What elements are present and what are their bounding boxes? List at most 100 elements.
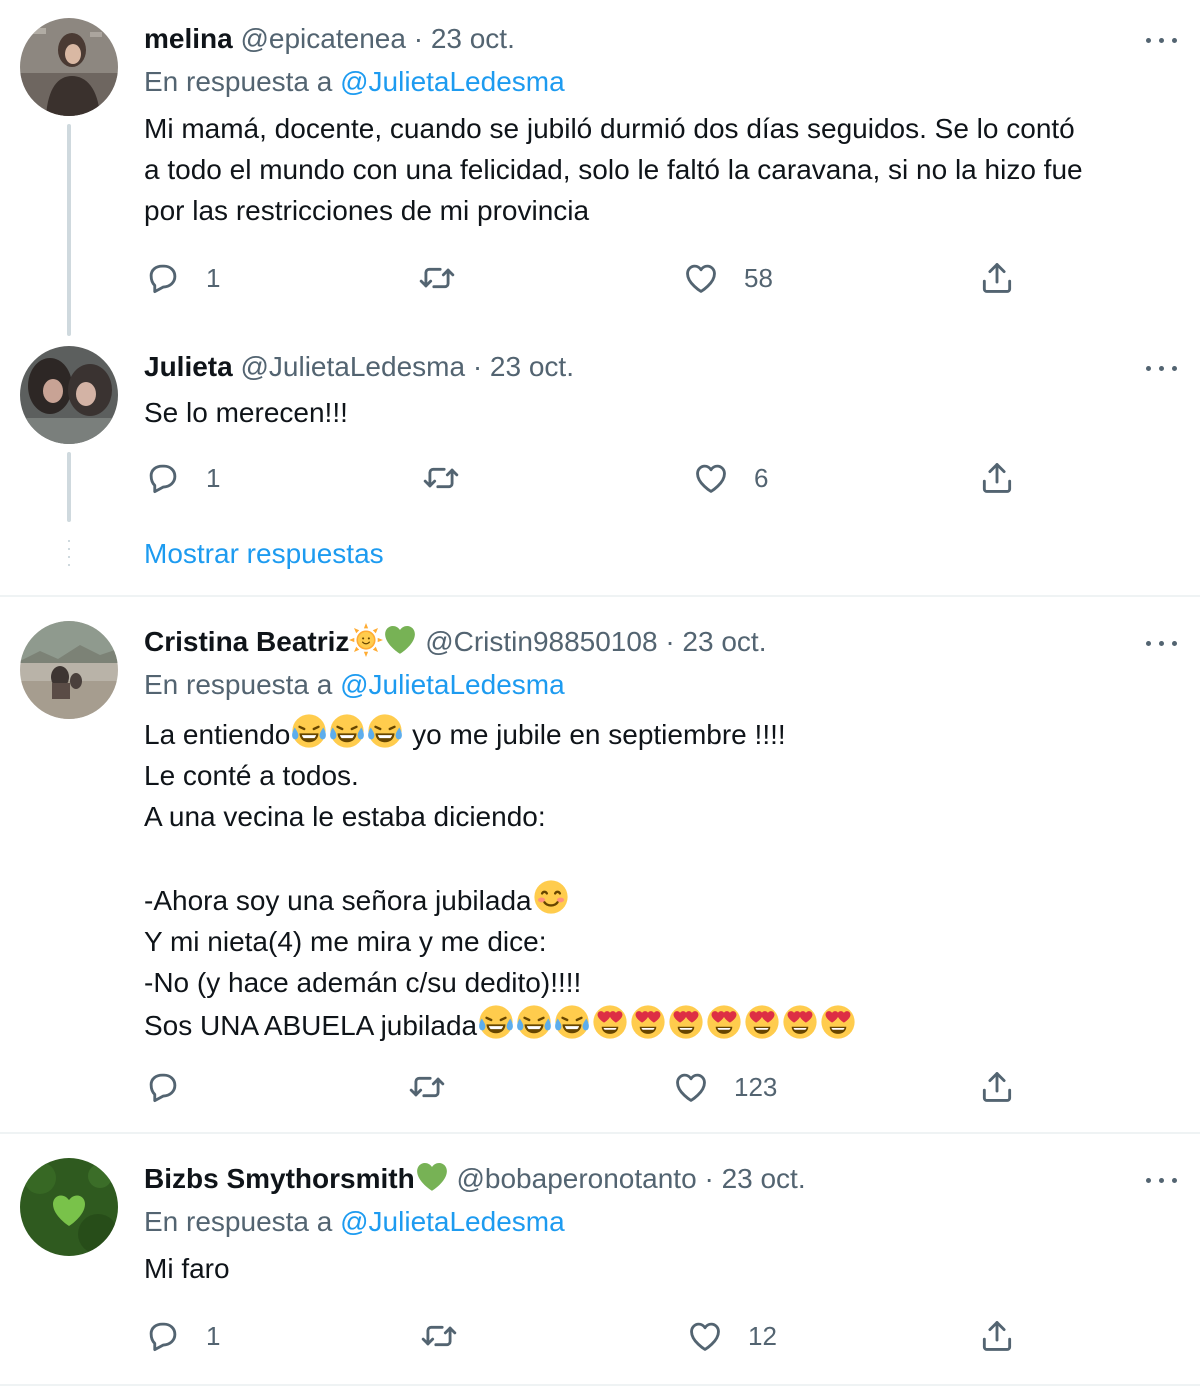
reply-count: 1 — [206, 1320, 221, 1351]
reply-button[interactable]: 1 — [144, 458, 220, 498]
heart-eyes-emoji — [819, 1003, 857, 1041]
more-icon[interactable] — [1144, 30, 1180, 50]
tweet-line: A una vecina le estaba diciendo: — [144, 801, 546, 832]
smiling-blush-emoji — [532, 878, 570, 916]
like-button[interactable]: 6 — [692, 458, 768, 498]
reply-prefix: En respuesta a — [144, 1206, 333, 1237]
avatar[interactable] — [20, 18, 118, 116]
show-replies-link[interactable]: Mostrar respuestas — [144, 538, 384, 570]
tweet-header: Julieta @JulietaLedesma · 23 oct. — [144, 350, 574, 384]
display-name[interactable]: Cristina Beatriz — [144, 626, 349, 657]
retweet-button[interactable] — [422, 458, 460, 498]
tweet-cristina[interactable]: Cristina Beatriz @Cristin98850108 · 23 o… — [0, 597, 1200, 1132]
tweet-line: Y mi nieta(4) me mira y me dice: — [144, 926, 547, 957]
action-bar: 1 6 — [144, 458, 1034, 498]
tweet-bizbs[interactable]: Bizbs Smythorsmith @bobaperonotanto · 23… — [0, 1134, 1200, 1384]
user-handle[interactable]: @epicatenea — [240, 23, 405, 54]
display-name[interactable]: Bizbs Smythorsmith — [144, 1163, 415, 1194]
tweet-line: Mi mamá, docente, cuando se jubiló durmi… — [144, 113, 1075, 144]
share-icon — [978, 259, 1016, 297]
timestamp[interactable]: 23 oct. — [490, 351, 574, 382]
separator: · — [472, 351, 483, 382]
avatar[interactable] — [20, 621, 118, 719]
tweet-line: Sos UNA ABUELA jubilada — [144, 1003, 1184, 1046]
reply-to-link[interactable]: @JulietaLedesma — [340, 669, 565, 700]
retweet-button[interactable] — [408, 1067, 446, 1107]
laughing-tears-emoji — [553, 1003, 591, 1041]
thread-line — [67, 124, 71, 336]
sun-emoji — [349, 623, 383, 657]
laughing-tears-emoji — [477, 1003, 515, 1041]
retweet-icon — [420, 1317, 458, 1355]
user-handle[interactable]: @JulietaLedesma — [240, 351, 465, 382]
more-icon[interactable] — [1144, 358, 1180, 378]
share-button[interactable] — [978, 458, 1016, 498]
action-bar: 123 — [144, 1067, 1034, 1107]
like-icon — [672, 1068, 710, 1106]
tweet-line: por las restricciones de mi provincia — [144, 195, 590, 226]
tweet-julieta[interactable]: Julieta @JulietaLedesma · 23 oct. Se lo … — [0, 330, 1200, 595]
reply-button[interactable] — [144, 1067, 182, 1107]
share-button[interactable] — [978, 1316, 1016, 1356]
tweet-line: Le conté a todos. — [144, 760, 359, 791]
reply-button[interactable]: 1 — [144, 1316, 220, 1356]
retweet-icon — [408, 1068, 446, 1106]
retweet-button[interactable] — [418, 258, 456, 298]
timestamp[interactable]: 23 oct. — [431, 23, 515, 54]
tweet-melina[interactable]: melina @epicatenea · 23 oct. En respuest… — [0, 0, 1200, 336]
separator: · — [413, 23, 424, 54]
share-button[interactable] — [978, 1067, 1016, 1107]
separator: · — [665, 626, 675, 657]
heart-eyes-emoji — [629, 1003, 667, 1041]
heart-eyes-emoji — [667, 1003, 705, 1041]
divider — [0, 1384, 1200, 1386]
user-handle[interactable]: @bobaperonotanto — [456, 1163, 696, 1194]
reply-prefix: En respuesta a — [144, 66, 333, 97]
tweet-text-segment: La entiendo — [144, 719, 291, 750]
action-bar: 1 12 — [144, 1316, 1034, 1356]
retweet-icon — [418, 259, 456, 297]
retweet-icon — [422, 459, 460, 497]
like-count: 123 — [734, 1071, 778, 1102]
reply-to-link[interactable]: @JulietaLedesma — [340, 1206, 565, 1237]
green-heart-emoji — [383, 623, 417, 657]
like-button[interactable]: 58 — [682, 258, 773, 298]
more-icon[interactable] — [1144, 633, 1180, 653]
like-button[interactable]: 12 — [686, 1316, 777, 1356]
action-bar: 1 58 — [144, 258, 1034, 298]
share-icon — [978, 1317, 1016, 1355]
thread-line — [67, 452, 71, 522]
tweet-header: Cristina Beatriz @Cristin98850108 · 23 o… — [144, 623, 766, 659]
thread-dots — [68, 540, 70, 572]
tweet-text: La entiendo yo me jubile en septiembre !… — [144, 712, 1184, 1046]
more-icon[interactable] — [1144, 1170, 1180, 1190]
tweet-line: Se lo merecen!!! — [144, 397, 348, 428]
display-name[interactable]: Julieta — [144, 351, 233, 382]
retweet-button[interactable] — [420, 1316, 458, 1356]
heart-eyes-emoji — [705, 1003, 743, 1041]
avatar[interactable] — [20, 1158, 118, 1256]
share-icon — [978, 1068, 1016, 1106]
heart-eyes-emoji — [743, 1003, 781, 1041]
like-icon — [682, 259, 720, 297]
reply-context: En respuesta a @JulietaLedesma — [144, 669, 565, 701]
tweet-line: -No (y hace ademán c/su dedito)!!!! — [144, 967, 582, 998]
user-handle[interactable]: @Cristin98850108 — [425, 626, 657, 657]
timestamp[interactable]: 23 oct. — [682, 626, 766, 657]
tweet-text: Mi mamá, docente, cuando se jubiló durmi… — [144, 108, 1184, 231]
reply-button[interactable]: 1 — [144, 258, 220, 298]
reply-to-link[interactable]: @JulietaLedesma — [340, 66, 565, 97]
heart-eyes-emoji — [591, 1003, 629, 1041]
like-button[interactable]: 123 — [672, 1067, 777, 1107]
laughing-tears-emoji — [290, 712, 328, 750]
reply-context: En respuesta a @JulietaLedesma — [144, 1206, 565, 1238]
avatar[interactable] — [20, 346, 118, 444]
share-button[interactable] — [978, 258, 1016, 298]
display-name[interactable]: melina — [144, 23, 233, 54]
reply-count: 1 — [206, 462, 221, 493]
timestamp[interactable]: 23 oct. — [722, 1163, 806, 1194]
reply-icon — [144, 1317, 182, 1355]
laughing-tears-emoji — [515, 1003, 553, 1041]
reply-prefix: En respuesta a — [144, 669, 333, 700]
